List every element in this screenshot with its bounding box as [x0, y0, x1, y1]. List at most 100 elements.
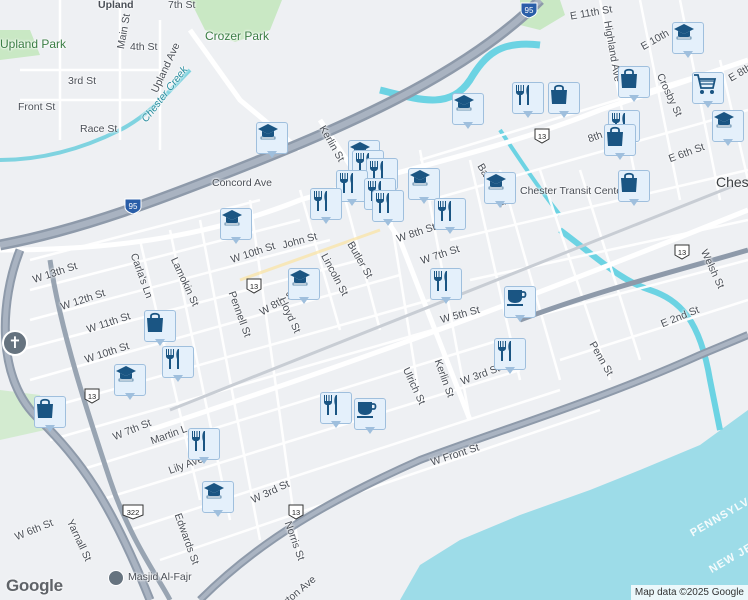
restaurant-icon: [372, 190, 404, 222]
restaurant-icon: [188, 428, 220, 460]
shield-text: 95: [525, 6, 534, 15]
poi-marker-shopping[interactable]: [618, 170, 650, 210]
map-canvas[interactable]: Chester Crozer Park Upland Park Chester …: [0, 0, 748, 600]
marker-pointer: [723, 139, 733, 146]
place-label: Masjid Al-Fajr: [128, 571, 192, 583]
school-icon: [672, 22, 704, 54]
shopping-bag-icon: [548, 82, 580, 114]
shopping-bag-icon: [144, 310, 176, 342]
poi-marker-school[interactable]: [256, 122, 288, 162]
poi-marker-shopping[interactable]: [618, 66, 650, 106]
school-icon: [712, 110, 744, 142]
shield-text: 13: [292, 508, 300, 517]
poi-marker-cafe[interactable]: [504, 286, 536, 326]
poi-marker-school[interactable]: [114, 364, 146, 404]
marker-pointer: [173, 375, 183, 382]
church-icon[interactable]: ✝: [2, 330, 28, 356]
poi-marker-restaurant[interactable]: [320, 392, 352, 432]
marker-pointer: [463, 122, 473, 129]
marker-pointer: [515, 315, 525, 322]
shield-text: 13: [88, 392, 96, 401]
poi-marker-restaurant[interactable]: [372, 190, 404, 230]
restaurant-icon: [320, 392, 352, 424]
marker-pointer: [365, 427, 375, 434]
street-label: Front St: [18, 101, 56, 113]
marker-pointer: [629, 199, 639, 206]
poi-marker-restaurant[interactable]: [162, 346, 194, 386]
city-label: Chester: [716, 174, 748, 190]
restaurant-icon: [494, 338, 526, 370]
marker-pointer: [347, 199, 357, 206]
marker-pointer: [505, 367, 515, 374]
marker-pointer: [213, 510, 223, 517]
mosque-icon[interactable]: [108, 570, 124, 586]
shopping-cart-icon: [692, 72, 724, 104]
poi-marker-restaurant[interactable]: [512, 82, 544, 122]
street-label: Concord Ave: [212, 177, 272, 189]
marker-pointer: [155, 339, 165, 346]
place-label: Chester Transit Center: [520, 185, 626, 197]
interstate-95-shield: 95: [520, 2, 538, 18]
marker-pointer: [495, 201, 505, 208]
marker-pointer: [445, 227, 455, 234]
coffee-cup-icon: [504, 286, 536, 318]
street-label: 4th St: [130, 41, 158, 53]
shopping-bag-icon: [618, 170, 650, 202]
map-attribution[interactable]: Map data ©2025 Google: [630, 585, 748, 600]
poi-marker-shopping[interactable]: [548, 82, 580, 122]
school-icon: [220, 208, 252, 240]
poi-marker-school[interactable]: [288, 268, 320, 308]
us-13-shield: 13: [288, 504, 304, 520]
poi-marker-restaurant[interactable]: [494, 338, 526, 378]
poi-marker-school[interactable]: [672, 22, 704, 62]
marker-pointer: [125, 393, 135, 400]
marker-pointer: [441, 297, 451, 304]
marker-pointer: [383, 219, 393, 226]
restaurant-icon: [310, 188, 342, 220]
shopping-bag-icon: [618, 66, 650, 98]
poi-marker-restaurant[interactable]: [310, 188, 342, 228]
restaurant-icon: [512, 82, 544, 114]
poi-marker-shopping[interactable]: [604, 124, 636, 164]
marker-pointer: [45, 425, 55, 432]
poi-marker-school[interactable]: [452, 93, 484, 133]
shield-text: 13: [250, 282, 258, 291]
poi-marker-school[interactable]: [220, 208, 252, 248]
shield-text: 13: [678, 248, 686, 257]
marker-pointer: [683, 51, 693, 58]
school-icon: [202, 481, 234, 513]
shopping-bag-icon: [604, 124, 636, 156]
marker-pointer: [559, 111, 569, 118]
poi-marker-restaurant[interactable]: [188, 428, 220, 468]
coffee-cup-icon: [354, 398, 386, 430]
us-13-shield: 13: [534, 128, 550, 144]
us-13-shield: 13: [674, 244, 690, 260]
us-13-shield: 13: [246, 278, 262, 294]
marker-pointer: [321, 217, 331, 224]
interstate-95-shield: 95: [124, 198, 142, 214]
shield-text: 322: [127, 508, 140, 517]
poi-marker-cart[interactable]: [692, 72, 724, 112]
street-label: 3rd St: [68, 75, 97, 87]
school-icon: [408, 168, 440, 200]
poi-marker-school[interactable]: [712, 110, 744, 150]
school-icon: [484, 172, 516, 204]
poi-marker-school[interactable]: [202, 481, 234, 521]
marker-pointer: [267, 151, 277, 158]
poi-marker-restaurant[interactable]: [434, 198, 466, 238]
us-13-shield: 13: [84, 388, 100, 404]
shield-text: 13: [538, 132, 546, 141]
shield-text: 95: [129, 202, 138, 211]
school-icon: [114, 364, 146, 396]
poi-marker-restaurant[interactable]: [430, 268, 462, 308]
poi-marker-cafe[interactable]: [354, 398, 386, 438]
marker-pointer: [615, 153, 625, 160]
marker-pointer: [419, 197, 429, 204]
marker-pointer: [523, 111, 533, 118]
marker-pointer: [331, 421, 341, 428]
marker-pointer: [199, 457, 209, 464]
poi-marker-school[interactable]: [484, 172, 516, 212]
poi-marker-shopping[interactable]: [144, 310, 176, 350]
street-label: 7th St: [168, 0, 196, 11]
poi-marker-shopping[interactable]: [34, 396, 66, 436]
